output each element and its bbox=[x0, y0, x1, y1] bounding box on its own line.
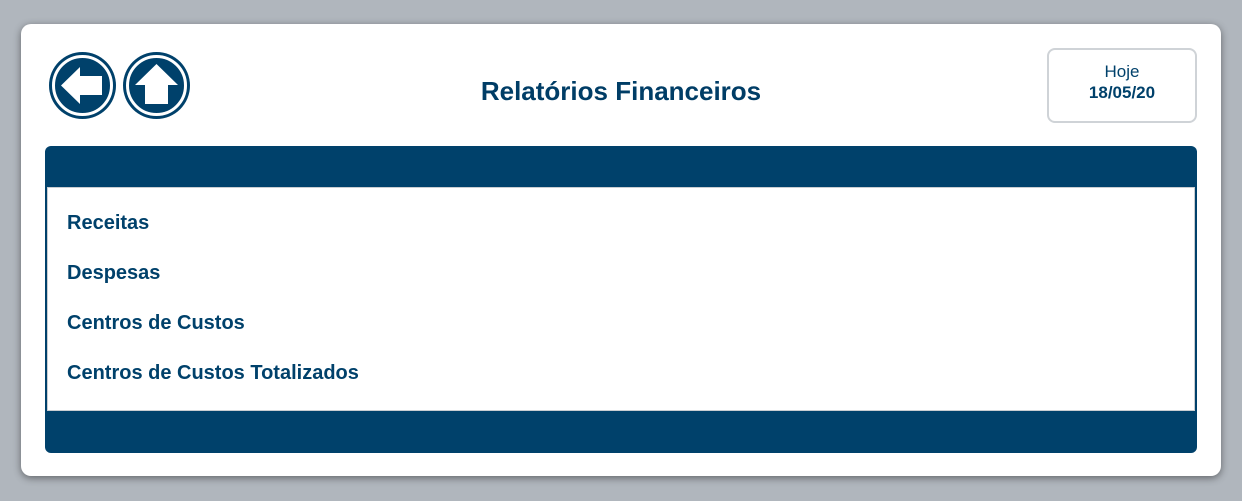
menu-item-centros-de-custos-totalizados[interactable]: Centros de Custos Totalizados bbox=[67, 360, 359, 410]
reports-panel: Receitas Despesas Centros de Custos Cent… bbox=[45, 146, 1197, 453]
date-box: Hoje 18/05/20 bbox=[1047, 48, 1197, 123]
menu-item-centros-de-custos[interactable]: Centros de Custos bbox=[67, 310, 359, 360]
reports-panel-body: Receitas Despesas Centros de Custos Cent… bbox=[47, 187, 1195, 411]
menu-item-despesas[interactable]: Despesas bbox=[67, 260, 359, 310]
menu-item-receitas[interactable]: Receitas bbox=[67, 210, 359, 260]
date-label: Hoje bbox=[1104, 62, 1140, 81]
date-value: 18/05/20 bbox=[1088, 83, 1156, 102]
page-title: Relatórios Financeiros bbox=[480, 76, 762, 106]
report-card: Relatórios Financeiros Hoje 18/05/20 Rec… bbox=[21, 24, 1221, 476]
reports-menu: Receitas Despesas Centros de Custos Cent… bbox=[67, 210, 359, 410]
